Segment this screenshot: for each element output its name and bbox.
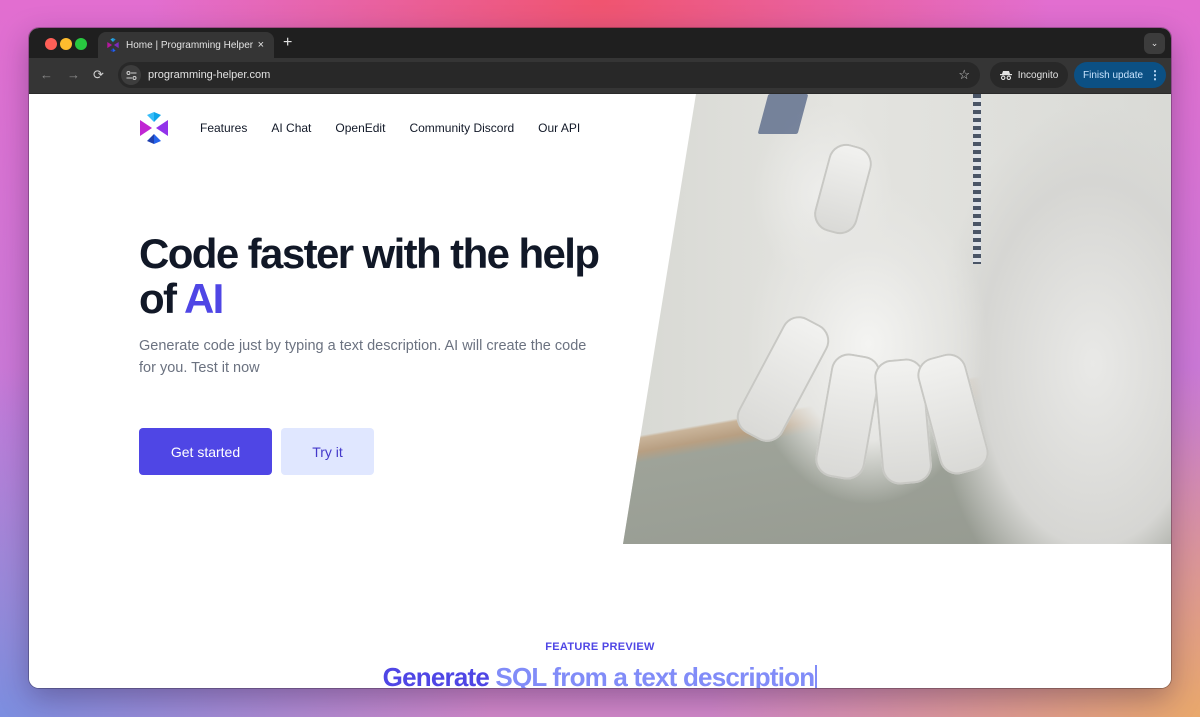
nav-link-openedit[interactable]: OpenEdit <box>335 121 385 135</box>
site-settings-icon[interactable] <box>121 65 141 85</box>
finish-update-label: Finish update <box>1083 69 1144 81</box>
feature-preview-eyebrow: FEATURE PREVIEW <box>545 641 655 653</box>
incognito-icon <box>999 71 1012 80</box>
robot-thumb <box>810 139 876 239</box>
incognito-label: Incognito <box>1017 69 1059 81</box>
programming-helper-logo-icon <box>107 38 119 52</box>
hero-title: Code faster with the help of AI <box>139 231 619 321</box>
tab-strip: Home | Programming Helper × + ⌄ <box>29 28 1171 58</box>
browser-window: Home | Programming Helper × + ⌄ ← → ⟳ pr… <box>29 28 1171 688</box>
background-monitor <box>757 94 809 134</box>
feature-preview-title: Generate SQL from a text description <box>29 662 1171 688</box>
tab-search-chevron-icon[interactable]: ⌄ <box>1144 33 1165 54</box>
typing-cursor <box>815 665 818 688</box>
feature-title-typed: SQL from a text description <box>489 662 815 688</box>
web-page: Features AI Chat OpenEdit Community Disc… <box>29 94 1171 688</box>
site-nav: Features AI Chat OpenEdit Community Disc… <box>139 112 604 144</box>
nav-link-ai-chat[interactable]: AI Chat <box>271 121 311 135</box>
close-window-button[interactable] <box>45 38 57 50</box>
maximize-window-button[interactable] <box>75 38 87 50</box>
reload-icon[interactable]: ⟳ <box>93 67 104 83</box>
tab-title: Home | Programming Helper <box>126 39 254 51</box>
minimize-window-button[interactable] <box>60 38 72 50</box>
back-arrow-icon[interactable]: ← <box>40 67 53 83</box>
nav-link-features[interactable]: Features <box>200 121 247 135</box>
forward-arrow-icon[interactable]: → <box>67 67 80 83</box>
tab-home[interactable]: Home | Programming Helper × <box>98 32 274 58</box>
bookmark-star-icon[interactable]: ☆ <box>958 67 970 83</box>
feature-title-strong: Generate <box>382 662 490 688</box>
url-text[interactable]: programming-helper.com <box>148 69 958 81</box>
finish-update-button[interactable]: Finish update ⋮ <box>1074 62 1166 88</box>
robot-finger <box>812 350 884 483</box>
programming-helper-logo-icon[interactable] <box>139 112 169 144</box>
more-menu-icon[interactable]: ⋮ <box>1149 68 1161 82</box>
browser-toolbar: ← → ⟳ programming-helper.com ☆ Incognito… <box>29 58 1171 94</box>
get-started-button[interactable]: Get started <box>139 428 272 475</box>
close-tab-icon[interactable]: × <box>258 39 264 51</box>
nav-link-our-api[interactable]: Our API <box>538 121 580 135</box>
background-cable <box>973 94 981 264</box>
try-it-button[interactable]: Try it <box>281 428 374 475</box>
address-bar[interactable]: programming-helper.com ☆ <box>118 62 980 88</box>
hero-subtitle: Generate code just by typing a text desc… <box>139 338 587 376</box>
hero-robot-hand-image <box>623 94 1171 544</box>
nav-link-community-discord[interactable]: Community Discord <box>409 121 514 135</box>
new-tab-button[interactable]: + <box>283 34 292 52</box>
hero-title-accent: AI <box>183 275 224 322</box>
incognito-badge[interactable]: Incognito <box>990 62 1068 88</box>
